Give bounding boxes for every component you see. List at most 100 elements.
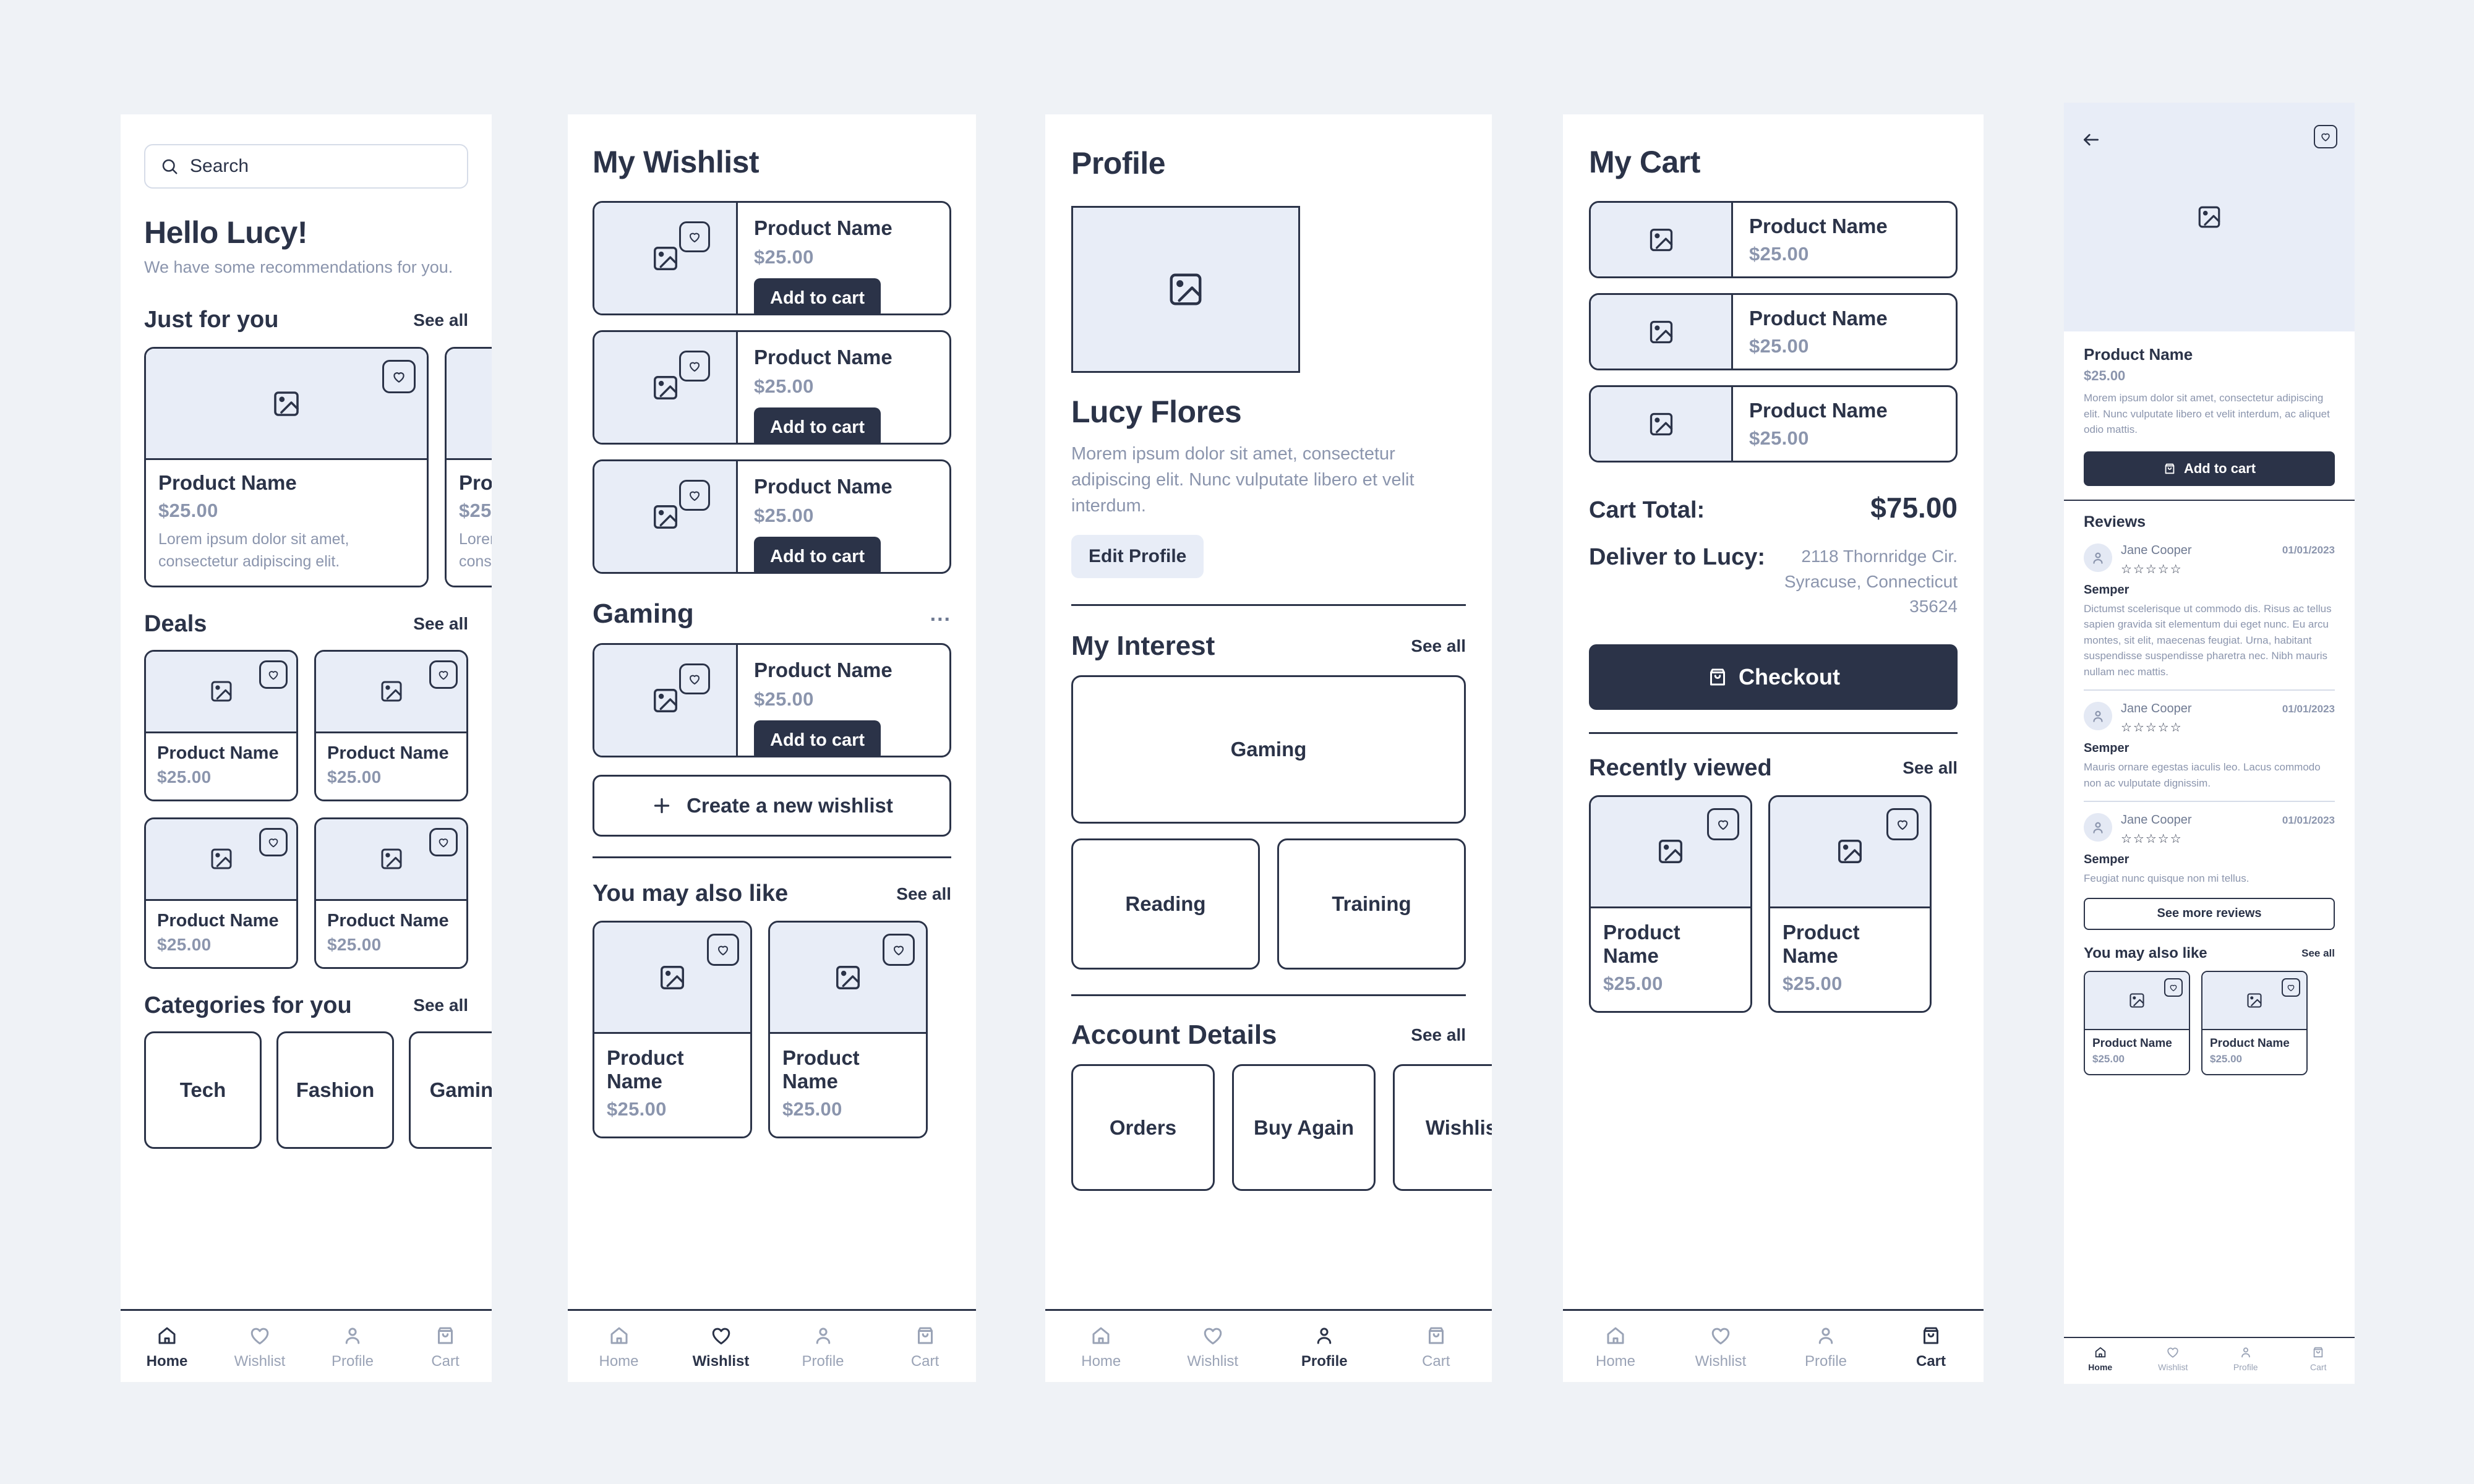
nav-label: Profile: [1301, 1353, 1348, 1370]
favorite-button[interactable]: [679, 351, 710, 382]
nav-item-profile[interactable]: Profile: [1269, 1324, 1380, 1370]
favorite-button[interactable]: [2314, 125, 2337, 148]
nav-item-profile[interactable]: Profile: [1773, 1324, 1878, 1370]
favorite-button[interactable]: [429, 660, 458, 689]
interest-tile-reading[interactable]: Reading: [1071, 838, 1260, 970]
account-tile-buy-again[interactable]: Buy Again: [1232, 1064, 1376, 1192]
see-all-recently-viewed[interactable]: See all: [1903, 758, 1958, 778]
favorite-button[interactable]: [2282, 978, 2300, 997]
add-to-cart-button[interactable]: Add to cart: [2084, 451, 2335, 486]
favorite-button[interactable]: [259, 660, 288, 689]
cart-item[interactable]: Product Name $25.00: [1589, 201, 1958, 278]
cart-item[interactable]: Product Name $25.00: [1589, 385, 1958, 463]
see-more-reviews-button[interactable]: See more reviews: [2084, 897, 2335, 930]
see-all-just-for-you[interactable]: See all: [413, 310, 468, 330]
category-tile[interactable]: Tech: [144, 1031, 262, 1149]
wishlist-item[interactable]: Product Name $25.00 Add to cart: [593, 201, 951, 315]
favorite-button[interactable]: [382, 360, 416, 394]
favorite-button[interactable]: [679, 221, 710, 252]
product-card[interactable]: Product Name $25.00: [144, 649, 298, 801]
see-all-my-interest[interactable]: See all: [1411, 636, 1466, 656]
add-to-cart-button[interactable]: Add to cart: [754, 537, 881, 572]
product-card[interactable]: Product Name $25.00: [2201, 970, 2308, 1075]
add-to-cart-button[interactable]: Add to cart: [754, 278, 881, 313]
nav-item-wishlist[interactable]: Wishlist: [213, 1324, 306, 1370]
account-tile-orders[interactable]: Orders: [1071, 1064, 1215, 1192]
create-wishlist-button[interactable]: Create a new wishlist: [593, 775, 951, 837]
section-title-also-like: You may also like: [2084, 944, 2207, 962]
add-to-cart-button[interactable]: Add to cart: [754, 407, 881, 443]
nav-item-cart[interactable]: Cart: [1380, 1324, 1492, 1370]
favorite-button[interactable]: [2164, 978, 2183, 997]
wishlist-item[interactable]: Product Name $25.00 Add to cart: [593, 459, 951, 574]
product-card[interactable]: Product Name $25.00: [314, 649, 468, 801]
favorite-button[interactable]: [883, 934, 915, 966]
favorite-button[interactable]: [679, 663, 710, 694]
nav-item-wishlist[interactable]: Wishlist: [670, 1324, 772, 1370]
wishlist-item[interactable]: Product Name $25.00 Add to cart: [593, 330, 951, 445]
product-card[interactable]: Product Name $25.00: [1768, 795, 1932, 1013]
back-button[interactable]: [2081, 130, 2101, 153]
add-to-cart-button[interactable]: Add to cart: [754, 720, 881, 756]
edit-profile-button[interactable]: Edit Profile: [1071, 535, 1204, 579]
nav-label: Cart: [431, 1353, 460, 1370]
product-card[interactable]: Product Name $25.00: [2084, 970, 2190, 1075]
gaming-menu-button[interactable]: ...: [930, 602, 951, 626]
product-card[interactable]: Product Name $25.00: [1589, 795, 1752, 1013]
product-name: Product Name: [1749, 214, 1888, 237]
see-all-deals[interactable]: See all: [413, 614, 468, 634]
product-card[interactable]: Product Name $25.00: [593, 921, 752, 1138]
account-tile-wishlist[interactable]: Wishlist: [1393, 1064, 1492, 1192]
see-all-also-like[interactable]: See all: [2301, 947, 2335, 960]
nav-item-profile[interactable]: Profile: [2209, 1345, 2282, 1372]
product-price: $25.00: [1603, 972, 1663, 994]
product-name: Product Name: [158, 471, 297, 495]
see-all-account-details[interactable]: See all: [1411, 1025, 1466, 1045]
nav-item-cart[interactable]: Cart: [1878, 1324, 1984, 1370]
category-tile[interactable]: Fashion: [276, 1031, 394, 1149]
favorite-button[interactable]: [429, 827, 458, 856]
product-name: Product Name: [782, 1046, 860, 1093]
nav-item-home[interactable]: Home: [1563, 1324, 1668, 1370]
review-author: Jane Cooper: [2121, 702, 2192, 715]
see-all-categories[interactable]: See all: [413, 996, 468, 1015]
favorite-button[interactable]: [707, 934, 739, 966]
product-card[interactable]: Product Name $25.00 Lorem ipsum dolor si…: [445, 347, 492, 587]
favorite-button[interactable]: [1886, 808, 1919, 840]
product-card[interactable]: Product Name $25.00: [144, 817, 298, 969]
favorite-button[interactable]: [259, 827, 288, 856]
nav-item-wishlist[interactable]: Wishlist: [1157, 1324, 1269, 1370]
nav-item-home[interactable]: Home: [2064, 1345, 2137, 1372]
cart-item[interactable]: Product Name $25.00: [1589, 293, 1958, 370]
nav-item-home[interactable]: Home: [121, 1324, 213, 1370]
nav-item-profile[interactable]: Profile: [772, 1324, 874, 1370]
nav-item-wishlist[interactable]: Wishlist: [1668, 1324, 1773, 1370]
nav-item-wishlist[interactable]: Wishlist: [2137, 1345, 2210, 1372]
nav-item-home[interactable]: Home: [568, 1324, 670, 1370]
product-card[interactable]: Product Name $25.00: [768, 921, 928, 1138]
nav-item-cart[interactable]: Cart: [874, 1324, 976, 1370]
image-icon: [379, 846, 404, 871]
wishlist-item[interactable]: Product Name $25.00 Add to cart: [593, 643, 951, 757]
see-all-also-like[interactable]: See all: [896, 884, 951, 904]
interest-tile-gaming[interactable]: Gaming: [1071, 675, 1466, 824]
product-name: Product Name: [754, 346, 892, 369]
product-description: Lorem ipsum dolor sit amet, consectetur …: [158, 531, 349, 571]
heart-icon: [710, 1324, 732, 1347]
nav-item-cart[interactable]: Cart: [399, 1324, 492, 1370]
product-description: Morem ipsum dolor sit amet, consectetur …: [2084, 392, 2330, 435]
category-tile[interactable]: Gaming: [409, 1031, 492, 1149]
nav-item-cart[interactable]: Cart: [2282, 1345, 2355, 1372]
favorite-button[interactable]: [679, 480, 710, 511]
nav-item-profile[interactable]: Profile: [306, 1324, 399, 1370]
nav-item-home[interactable]: Home: [1045, 1324, 1157, 1370]
review-rating: ☆☆☆☆☆: [2121, 721, 2183, 735]
product-card[interactable]: Product Name $25.00: [314, 817, 468, 969]
favorite-button[interactable]: [1707, 808, 1739, 840]
section-title-reviews: Reviews: [2084, 513, 2146, 531]
checkout-button[interactable]: Checkout: [1589, 644, 1958, 710]
search-input[interactable]: Search: [144, 144, 468, 189]
product-card[interactable]: Product Name $25.00 Lorem ipsum dolor si…: [144, 347, 429, 587]
interest-tile-training[interactable]: Training: [1277, 838, 1466, 970]
bottom-nav: Home Wishlist Profile Cart: [121, 1309, 492, 1382]
